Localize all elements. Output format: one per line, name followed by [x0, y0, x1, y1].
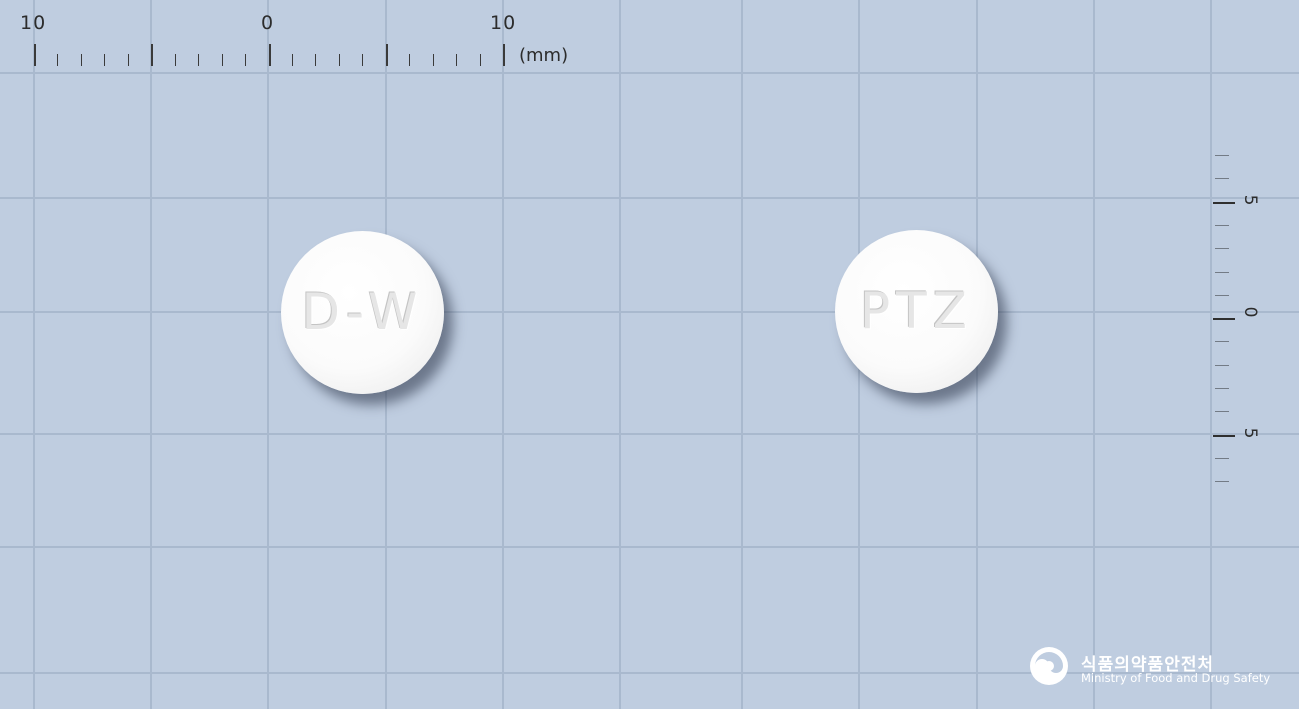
tablet-imprint: PTZ — [860, 282, 973, 340]
ruler-minor-tick — [1215, 411, 1229, 413]
ruler-minor-tick — [1215, 481, 1229, 483]
ruler-minor-tick — [1215, 224, 1229, 226]
ruler-minor-tick — [1215, 457, 1229, 459]
grid-line — [33, 0, 35, 709]
ruler-minor-tick — [245, 54, 247, 66]
ruler-minor-tick — [198, 54, 200, 66]
grid-line — [0, 197, 1299, 199]
ruler-unit-label: (mm) — [519, 45, 569, 66]
ruler-minor-tick — [291, 54, 293, 66]
ruler-label: 0 — [261, 12, 275, 34]
ruler-minor-tick — [456, 54, 458, 66]
ruler-major-tick — [385, 44, 388, 66]
ruler-minor-tick — [1215, 271, 1229, 273]
grid-line — [619, 0, 621, 709]
government-logo-icon — [1030, 647, 1068, 685]
ruler-minor-tick — [57, 54, 59, 66]
ruler-minor-tick — [127, 54, 129, 66]
ruler-minor-tick — [221, 54, 223, 66]
ruler-minor-tick — [1215, 294, 1229, 296]
ruler-label: 10 — [490, 12, 517, 34]
tablet-back: PTZ — [835, 230, 998, 393]
ruler-minor-tick — [1215, 341, 1229, 343]
grid-line — [0, 546, 1299, 548]
ruler-minor-tick — [338, 54, 340, 66]
ruler-major-tick — [151, 44, 154, 66]
ruler-label: 5 — [1240, 194, 1260, 206]
ruler-major-tick — [1213, 434, 1235, 437]
ruler-label: 5 — [1240, 427, 1260, 439]
grid-line — [0, 72, 1299, 74]
grid-line — [0, 433, 1299, 435]
tablet-front: D-W — [281, 231, 444, 394]
ruler-minor-tick — [409, 54, 411, 66]
ruler-minor-tick — [432, 54, 434, 66]
grid-line — [1210, 0, 1212, 709]
ruler-major-tick — [1213, 318, 1235, 321]
grid-line — [741, 0, 743, 709]
ruler-minor-tick — [479, 54, 481, 66]
ruler-minor-tick — [1215, 178, 1229, 180]
ruler-major-tick — [503, 44, 505, 66]
ruler-minor-tick — [174, 54, 176, 66]
ruler-major-tick — [34, 44, 36, 66]
ruler-label: 10 — [20, 12, 47, 34]
grid-line — [150, 0, 152, 709]
pill-photo-stage: 10 0 10 (mm) 5 0 5 D-W PTZ 식품의약품안전처 Mini… — [0, 0, 1299, 709]
ruler-minor-tick — [315, 54, 317, 66]
grid-line — [1093, 0, 1095, 709]
ruler-major-tick — [1213, 201, 1235, 204]
grid-line — [267, 0, 269, 709]
tablet-imprint: D-W — [301, 283, 424, 341]
grid-line — [0, 311, 1299, 313]
ministry-name-english: Ministry of Food and Drug Safety — [1081, 671, 1271, 685]
ruler-minor-tick — [1215, 155, 1229, 156]
ruler-minor-tick — [1215, 248, 1229, 250]
ruler-minor-tick — [362, 54, 364, 66]
ruler-minor-tick — [1215, 388, 1229, 389]
ruler-minor-tick — [1215, 364, 1229, 366]
ruler-major-tick — [268, 44, 271, 66]
grid-line — [502, 0, 504, 709]
ruler-minor-tick — [80, 54, 82, 66]
ruler-label: 0 — [1240, 306, 1260, 318]
ruler-minor-tick — [104, 54, 106, 66]
